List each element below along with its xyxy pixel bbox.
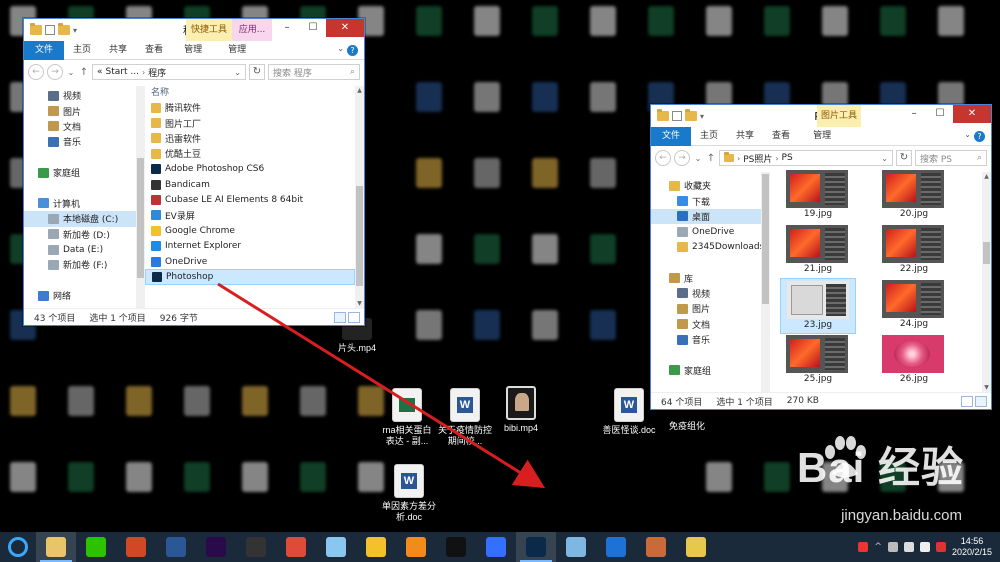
taskbar-app[interactable] bbox=[356, 532, 396, 562]
photoshop-icon bbox=[526, 537, 546, 557]
taskbar-app[interactable] bbox=[636, 532, 676, 562]
video-editor-icon bbox=[246, 537, 266, 557]
word-icon bbox=[166, 537, 186, 557]
taskbar-app[interactable] bbox=[196, 532, 236, 562]
tray-overflow-icon[interactable]: ^ bbox=[874, 542, 882, 552]
qq-icon bbox=[446, 537, 466, 557]
notes-icon bbox=[566, 537, 586, 557]
taskbar-app[interactable] bbox=[36, 532, 76, 562]
clock-date: 2020/2/15 bbox=[951, 547, 992, 557]
wechat-icon bbox=[86, 537, 106, 557]
taskbar-app[interactable] bbox=[596, 532, 636, 562]
powerpoint-icon bbox=[126, 537, 146, 557]
feishu-icon bbox=[486, 537, 506, 557]
bird-app-icon bbox=[326, 537, 346, 557]
taskbar-app[interactable] bbox=[76, 532, 116, 562]
taskbar-app[interactable] bbox=[316, 532, 356, 562]
image-viewer-icon bbox=[286, 537, 306, 557]
start-button[interactable] bbox=[0, 532, 36, 562]
clock-time: 14:56 bbox=[960, 536, 984, 546]
firefox-icon bbox=[406, 537, 426, 557]
taskbar-app[interactable] bbox=[396, 532, 436, 562]
taskbar-app[interactable] bbox=[156, 532, 196, 562]
tray-app-icon[interactable] bbox=[858, 542, 869, 552]
chrome-icon bbox=[366, 537, 386, 557]
taskbar-app[interactable] bbox=[516, 532, 556, 562]
taskbar-app[interactable] bbox=[476, 532, 516, 562]
network-icon[interactable] bbox=[887, 542, 898, 552]
volume-icon[interactable] bbox=[919, 542, 930, 552]
premiere-icon bbox=[206, 537, 226, 557]
start-icon bbox=[8, 537, 28, 557]
taskbar: ^ 14:56 2020/2/15 bbox=[0, 532, 1000, 562]
drag-arrow-annotation bbox=[217, 282, 546, 489]
taskbar-app[interactable] bbox=[556, 532, 596, 562]
system-tray: ^ 14:56 2020/2/15 bbox=[858, 536, 1000, 558]
notepad-app-icon bbox=[686, 537, 706, 557]
taskbar-clock[interactable]: 14:56 2020/2/15 bbox=[952, 536, 992, 558]
file-explorer-icon bbox=[46, 537, 66, 557]
taskbar-app[interactable] bbox=[236, 532, 276, 562]
taskbar-app[interactable] bbox=[116, 532, 156, 562]
taskbar-apps bbox=[36, 532, 716, 562]
battery-icon[interactable] bbox=[903, 542, 914, 552]
taskbar-app[interactable] bbox=[676, 532, 716, 562]
taskbar-app[interactable] bbox=[276, 532, 316, 562]
input-method-icon[interactable] bbox=[935, 542, 946, 552]
taskbar-app[interactable] bbox=[436, 532, 476, 562]
wps-icon bbox=[606, 537, 626, 557]
mascot-app-icon bbox=[646, 537, 666, 557]
